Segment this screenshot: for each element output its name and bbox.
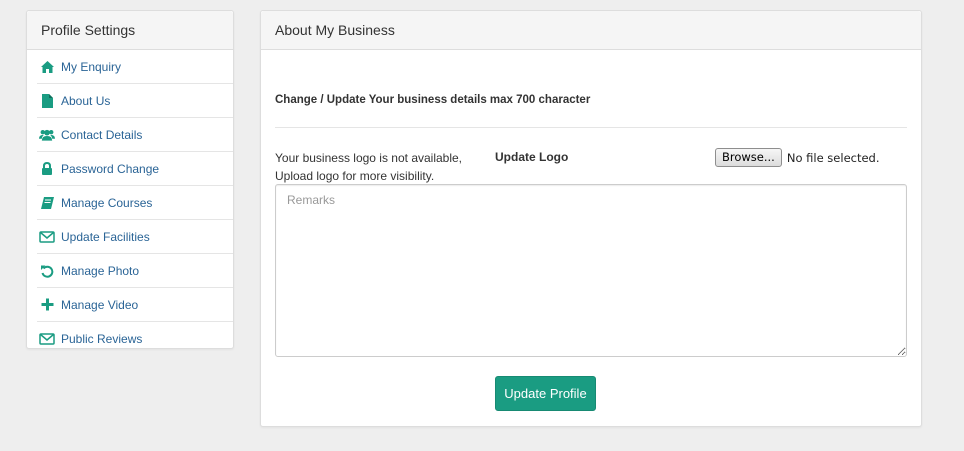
logo-file-input[interactable]: Browse... No file selected. [715,148,880,167]
envelope-icon [39,229,55,245]
lock-icon [39,161,55,177]
browse-button[interactable]: Browse... [715,148,782,167]
plus-icon [39,297,55,313]
sidebar-item-label: Password Change [61,161,160,176]
sidebar-item-label: Manage Photo [61,263,140,278]
panel-title: About My Business [261,11,921,50]
sidebar-item-label: Public Reviews [61,331,143,346]
remarks-textarea[interactable] [275,184,907,357]
sidebar-item-label: My Enquiry [61,59,122,74]
sidebar-menu: My Enquiry About Us Contact Details Pass… [27,50,233,355]
sidebar-item-about-us[interactable]: About Us [37,84,233,118]
file-icon [39,93,55,109]
divider [275,127,907,128]
logo-status-line-2: Upload logo for more visibility. [275,169,435,183]
sidebar-item-manage-courses[interactable]: Manage Courses [37,186,233,220]
envelope-icon [39,331,55,347]
sidebar-item-manage-photo[interactable]: Manage Photo [37,254,233,288]
update-profile-button[interactable]: Update Profile [495,376,596,411]
book-icon [39,195,55,211]
home-icon [39,59,55,75]
sidebar-item-label: Manage Video [61,297,139,312]
sidebar-item-label: Contact Details [61,127,143,142]
logo-status-note: Your business logo is not available, Upl… [275,149,462,185]
users-icon [39,127,55,143]
sidebar-item-label: Update Facilities [61,229,150,244]
about-my-business-panel: About My Business Change / Update Your b… [260,10,922,427]
sidebar-item-update-facilities[interactable]: Update Facilities [37,220,233,254]
profile-settings-panel: Profile Settings My Enquiry About Us Con… [26,10,234,349]
form-subtitle: Change / Update Your business details ma… [275,94,591,106]
sidebar-item-password-change[interactable]: Password Change [37,152,233,186]
sidebar-item-my-enquiry[interactable]: My Enquiry [37,50,233,84]
sidebar-item-label: About Us [61,93,111,108]
sidebar-item-contact-details[interactable]: Contact Details [37,118,233,152]
update-logo-label: Update Logo [495,150,569,164]
sidebar-item-public-reviews[interactable]: Public Reviews [37,322,233,355]
sidebar-item-manage-video[interactable]: Manage Video [37,288,233,322]
sidebar-title: Profile Settings [27,11,233,50]
logo-status-line-1: Your business logo is not available, [275,151,463,165]
sidebar-item-label: Manage Courses [61,195,153,210]
undo-icon [39,263,55,279]
file-status-text: No file selected. [786,150,880,165]
